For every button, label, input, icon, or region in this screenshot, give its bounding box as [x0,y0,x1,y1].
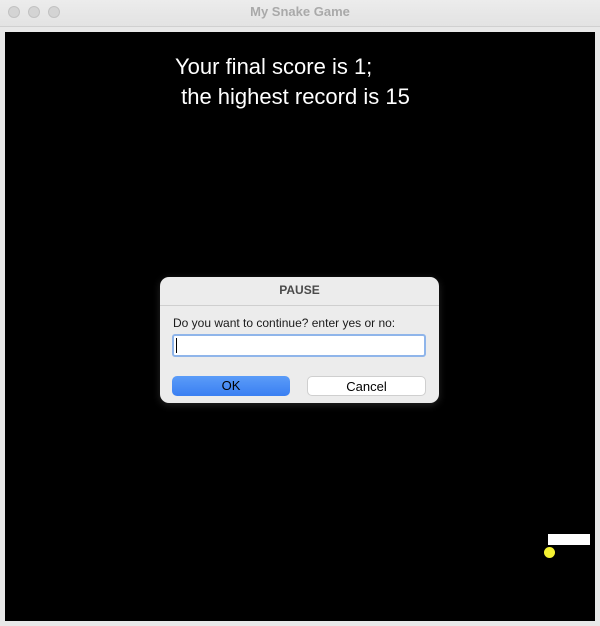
highest-record-text: the highest record is 15 [175,84,410,109]
minimize-window-button[interactable] [28,6,40,18]
zoom-window-button[interactable] [48,6,60,18]
ok-button[interactable]: OK [172,376,290,396]
dialog-title: PAUSE [160,277,439,306]
text-caret [176,338,177,353]
game-window: My Snake Game Your final score is 1; the… [0,0,600,626]
pause-dialog: PAUSE Do you want to continue? enter yes… [160,277,439,403]
close-window-button[interactable] [8,6,20,18]
continue-answer-input[interactable] [172,334,426,357]
cancel-button[interactable]: Cancel [307,376,426,396]
window-title: My Snake Game [250,4,350,19]
dialog-prompt: Do you want to continue? enter yes or no… [173,316,396,330]
food-dot [544,547,555,558]
final-score-text: Your final score is 1; [175,54,373,79]
title-bar[interactable]: My Snake Game [0,0,600,27]
snake-body [548,534,590,545]
